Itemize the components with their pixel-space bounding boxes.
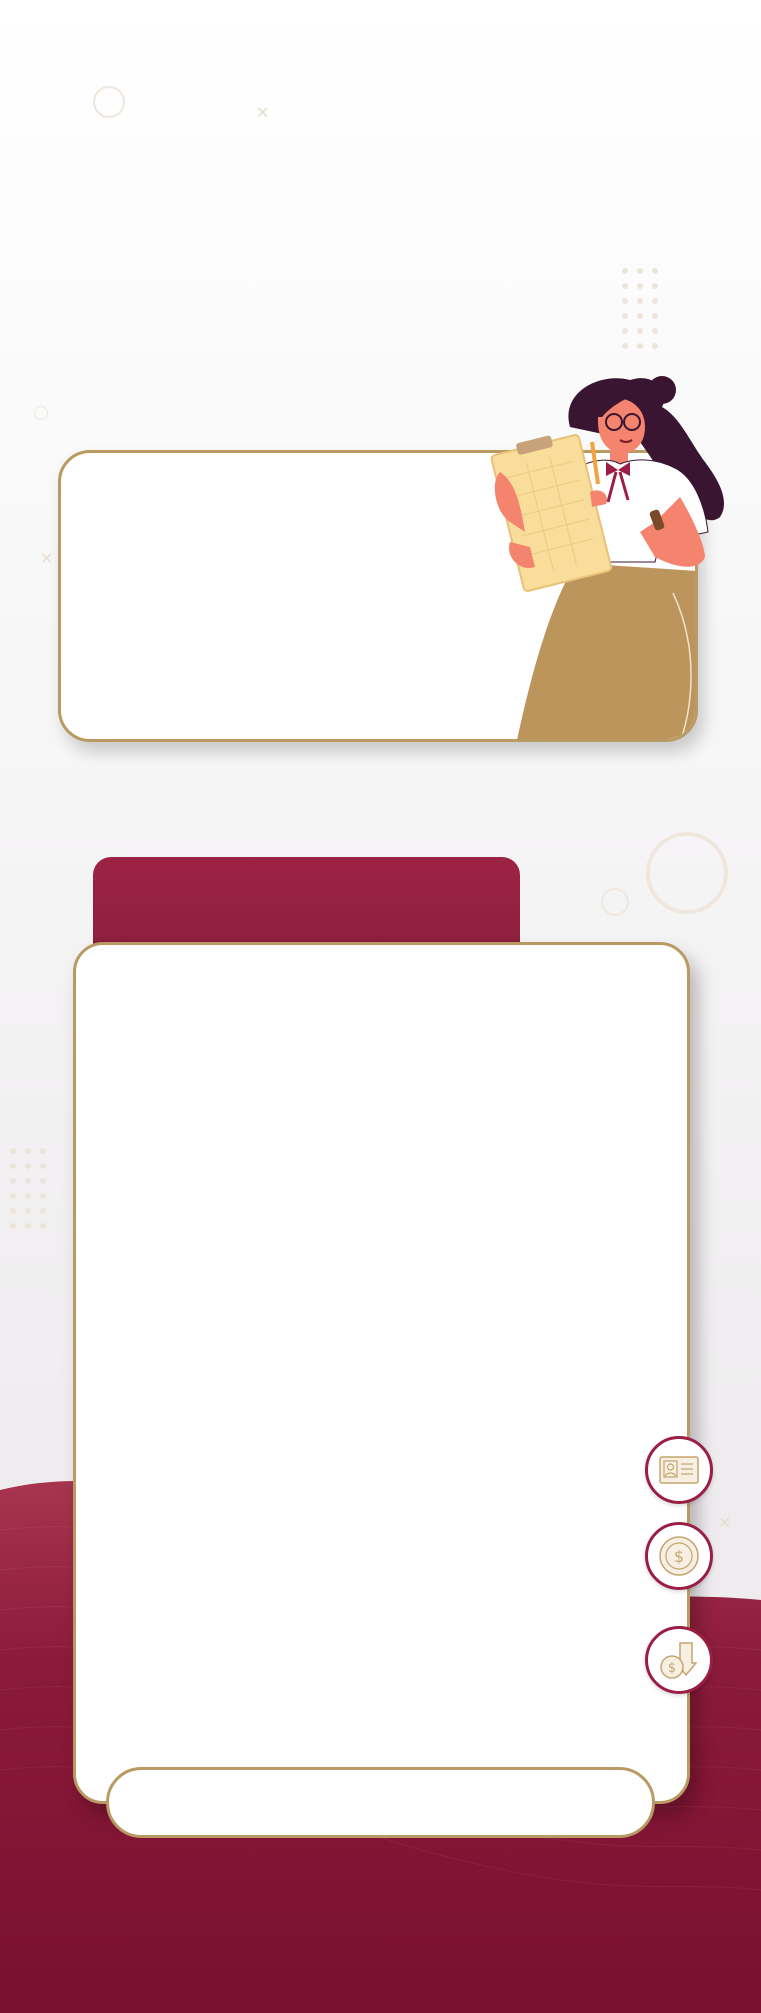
decor-dot-grid: [622, 268, 658, 349]
decor-ring: [93, 86, 125, 118]
id-card-button[interactable]: [645, 1436, 713, 1504]
decor-ring: [34, 406, 48, 420]
bottom-action-bar[interactable]: [106, 1767, 655, 1838]
decor-plus: ✕: [40, 551, 54, 568]
main-content-panel: [73, 942, 690, 1804]
decor-plus: ✕: [256, 105, 270, 122]
dollar-coin-icon: $: [659, 1536, 699, 1576]
decor-plus: ✕: [718, 1515, 732, 1532]
decor-ring: [601, 888, 629, 916]
woman-with-clipboard-illustration: [490, 376, 725, 593]
money-transfer-button[interactable]: $: [645, 1626, 713, 1694]
svg-text:$: $: [674, 1547, 684, 1566]
bottom-action-bar-label: [109, 1770, 652, 1835]
decor-ring: [646, 832, 728, 914]
dollar-coin-button[interactable]: $: [645, 1522, 713, 1590]
id-card-icon: [659, 1456, 699, 1484]
svg-text:$: $: [668, 1661, 676, 1676]
money-transfer-icon: $: [660, 1642, 698, 1679]
decor-dot-grid: [10, 1148, 46, 1229]
